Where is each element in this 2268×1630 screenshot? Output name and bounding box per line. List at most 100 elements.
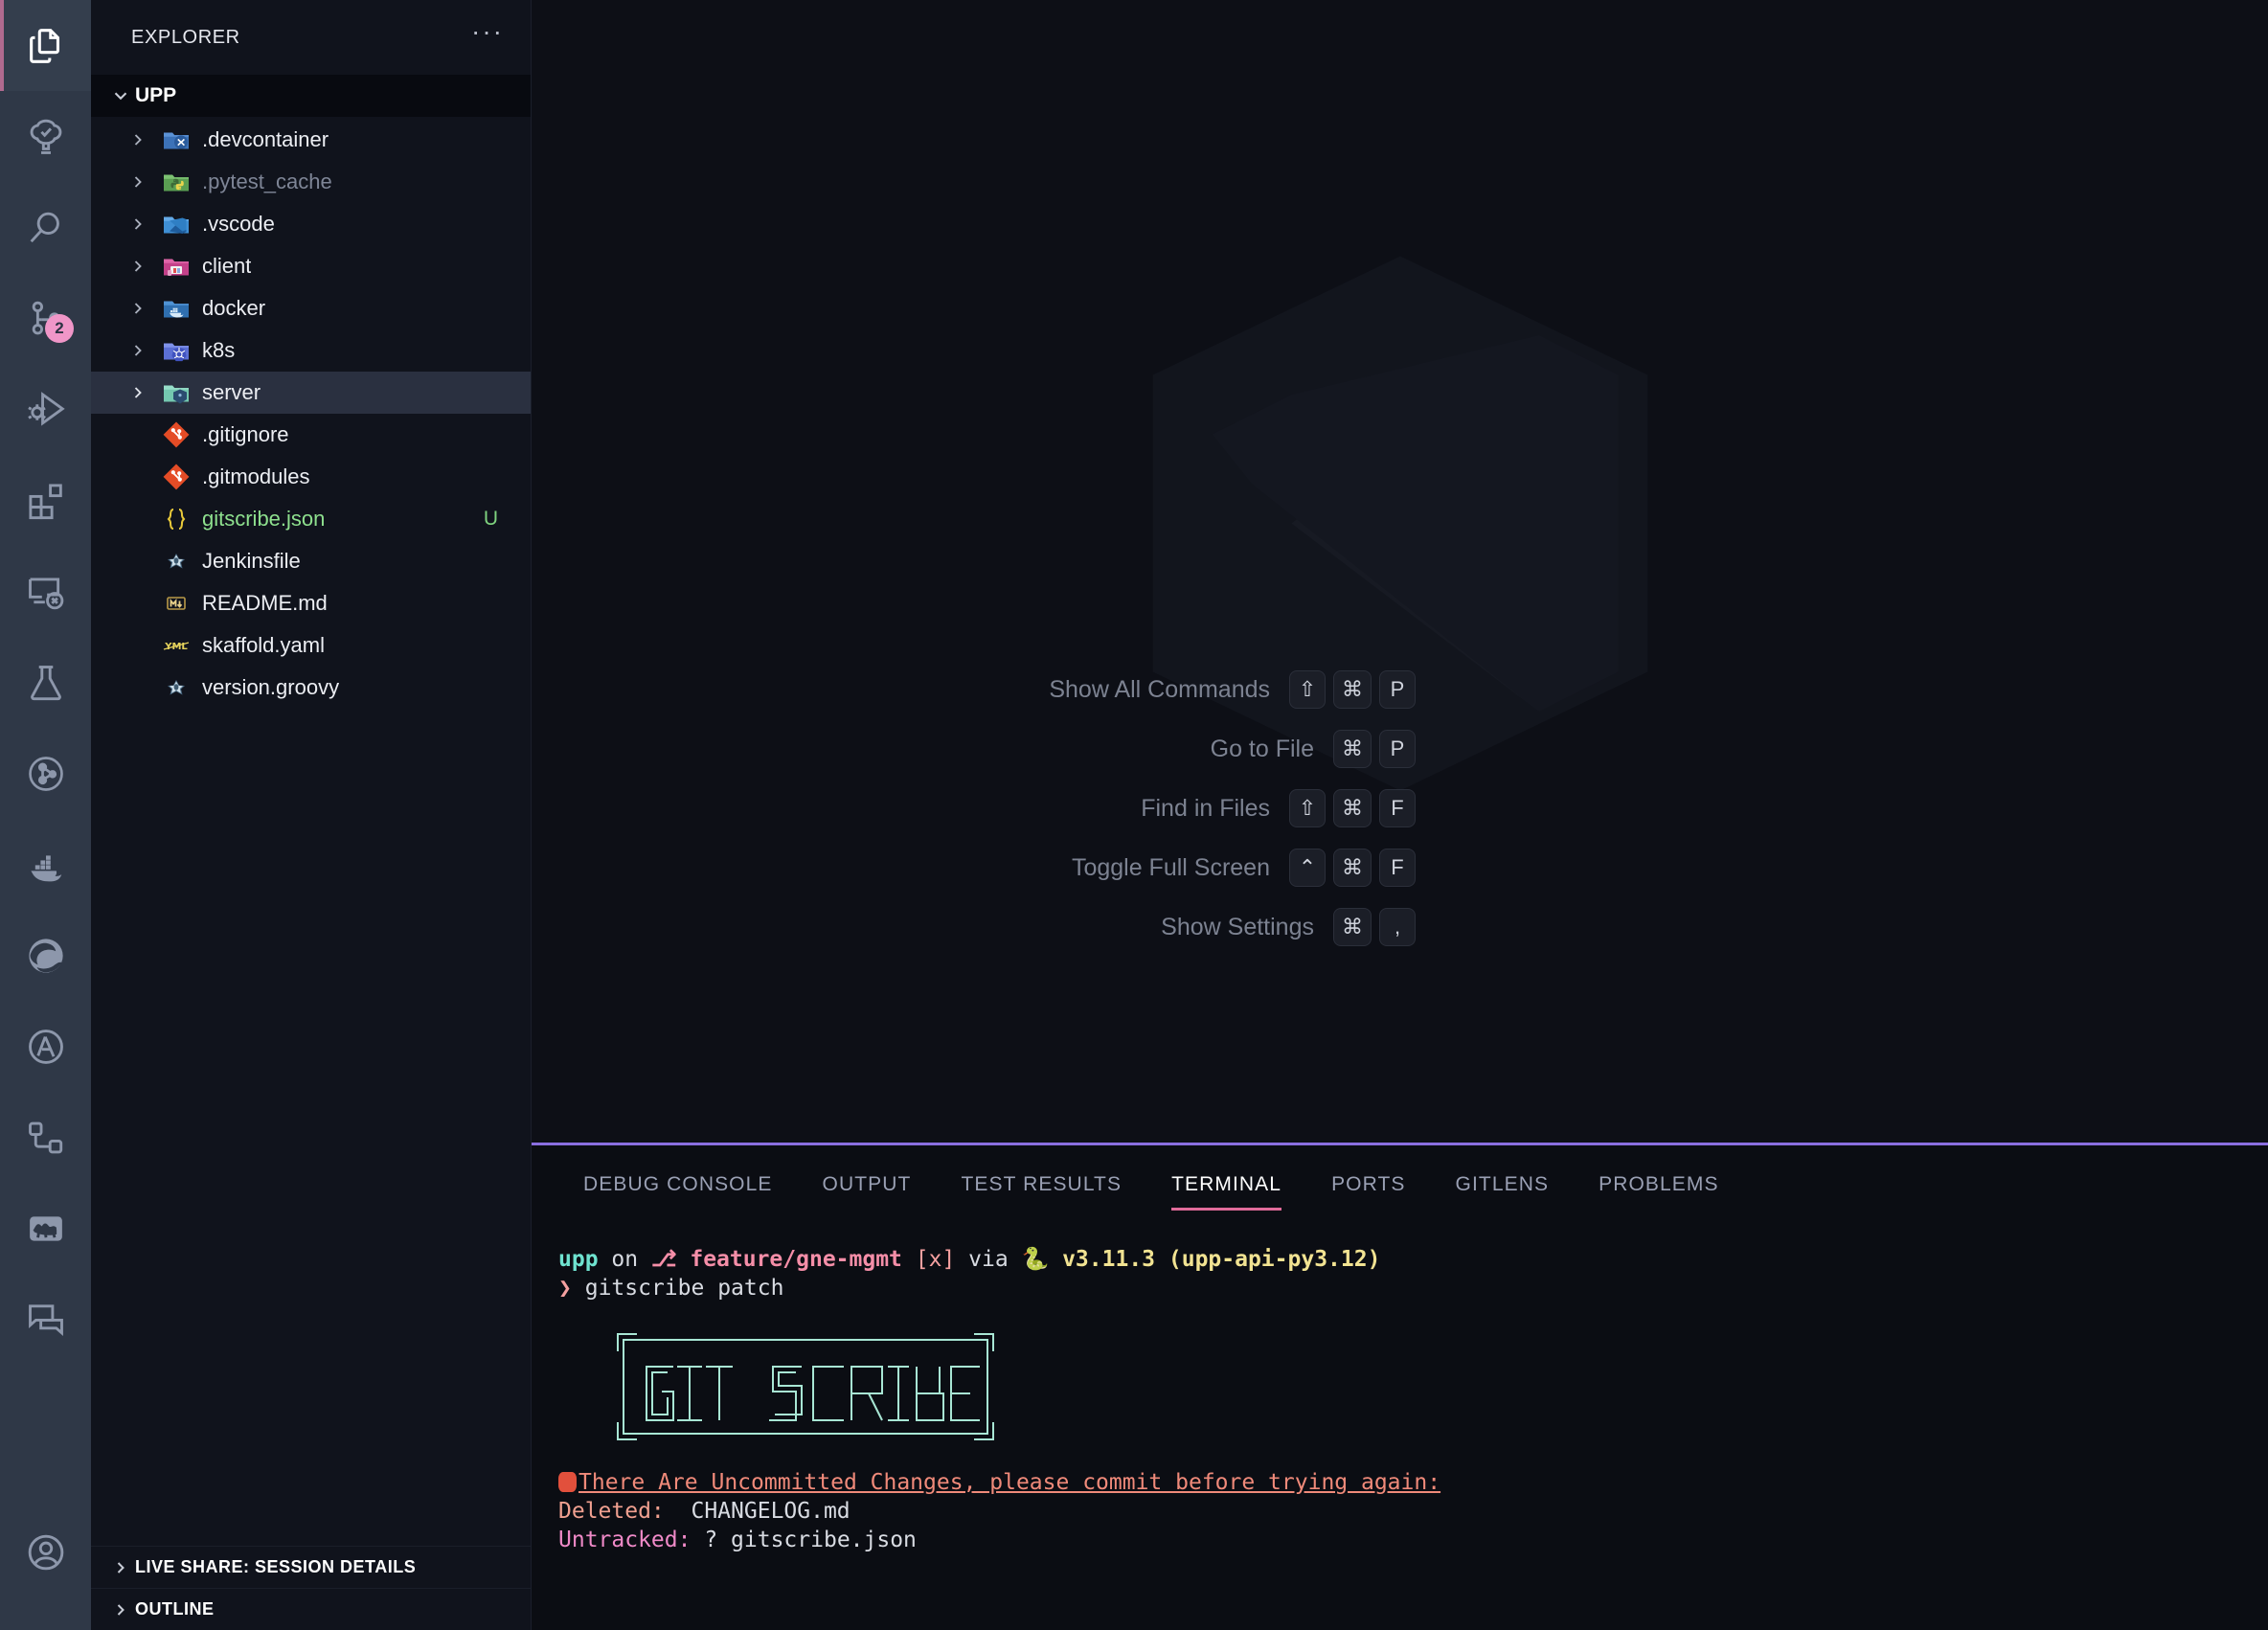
jenkins-icon: [156, 546, 196, 577]
beaker-icon: [24, 661, 68, 705]
tree-row-server[interactable]: server: [91, 372, 531, 414]
tree-row-gitmodules[interactable]: .gitmodules: [91, 456, 531, 498]
editor-welcome-area: Show All Commands ⇧ ⌘ P Go to File ⌘ P F: [532, 0, 2268, 1143]
terminal-error-block: There Are Uncommitted Changes, please co…: [558, 1468, 2241, 1555]
tree-row-label: k8s: [202, 338, 235, 363]
activity-bar: 2: [0, 0, 91, 1630]
activity-bar-item-edge-browser[interactable]: [0, 910, 91, 1001]
terminal-command: gitscribe patch: [585, 1276, 784, 1301]
activity-bar-item-source-tree[interactable]: [0, 91, 91, 182]
tab-gitlens[interactable]: GITLENS: [1431, 1145, 1575, 1224]
markdown-icon: [156, 588, 196, 619]
sidebar-more-actions-button[interactable]: ···: [471, 27, 504, 48]
tab-problems[interactable]: PROBLEMS: [1574, 1145, 1744, 1224]
git-graph-circle-icon: [24, 752, 68, 796]
tree-row-label: .devcontainer: [202, 127, 329, 152]
change-label: Deleted:: [558, 1499, 665, 1524]
git-icon: [156, 462, 196, 492]
key-cap: ⌘: [1333, 908, 1372, 946]
sidebar-section-label: LIVE SHARE: SESSION DETAILS: [135, 1557, 416, 1577]
terminal-change-deleted: Deleted: CHANGELOG.md: [558, 1497, 2241, 1526]
chevron-right-icon: [120, 341, 156, 360]
activity-bar-item-git-graph[interactable]: [0, 728, 91, 819]
tree-row-client[interactable]: client: [91, 245, 531, 287]
tree-row-label: skaffold.yaml: [202, 633, 325, 658]
chat-bubbles-icon: [24, 1298, 68, 1342]
shortcut-keys: ⌃ ⌘ F: [1289, 849, 1416, 887]
shortcut-show-all-commands[interactable]: Show All Commands ⇧ ⌘ P: [1049, 670, 1416, 709]
tree-row-label: .gitignore: [202, 422, 289, 447]
red-dot-icon: [558, 1472, 577, 1492]
tab-test-results[interactable]: TEST RESULTS: [936, 1145, 1146, 1224]
search-icon: [24, 206, 68, 250]
ansible-icon: [24, 1025, 68, 1069]
tree-row-devcontainer[interactable]: .devcontainer: [91, 119, 531, 161]
tree-row-label: docker: [202, 296, 265, 321]
docker-whale-icon: [23, 842, 69, 888]
activity-bar-item-dependency-graph[interactable]: [0, 1092, 91, 1183]
tab-output[interactable]: OUTPUT: [798, 1145, 937, 1224]
remote-explorer-icon: [24, 570, 68, 614]
terminal-change-untracked: Untracked: ? gitscribe.json: [558, 1526, 2241, 1554]
shortcut-show-settings[interactable]: Show Settings ⌘ ,: [1161, 908, 1416, 946]
chevron-right-icon: [120, 383, 156, 402]
explorer-root-folder[interactable]: UPP: [91, 75, 531, 117]
activity-bar-item-testing[interactable]: [0, 637, 91, 728]
tree-row-gitignore[interactable]: .gitignore: [91, 414, 531, 456]
activity-bar-item-source-control[interactable]: 2: [0, 273, 91, 364]
extensions-icon: [24, 479, 68, 523]
tree-row-k8s[interactable]: k8s: [91, 329, 531, 372]
activity-bar-item-camel[interactable]: [0, 1183, 91, 1274]
files-icon: [24, 24, 68, 68]
activity-bar-item-run-and-debug[interactable]: [0, 364, 91, 455]
main-area: Show All Commands ⇧ ⌘ P Go to File ⌘ P F: [532, 0, 2268, 1630]
sidebar-section-outline[interactable]: OUTLINE: [91, 1588, 531, 1630]
key-cap: F: [1379, 789, 1416, 827]
terminal-command-line: ❯ gitscribe patch: [558, 1274, 2241, 1302]
shortcut-label: Show Settings: [1161, 914, 1314, 941]
vscode-folder-icon: [156, 209, 196, 239]
tab-debug-console[interactable]: DEBUG CONSOLE: [558, 1145, 798, 1224]
activity-bar-item-remote-explorer[interactable]: [0, 546, 91, 637]
tab-label: DEBUG CONSOLE: [583, 1173, 773, 1196]
activity-bar-item-docker[interactable]: [0, 819, 91, 910]
change-label: Untracked:: [558, 1528, 691, 1552]
prompt-version: v3.11.3: [1062, 1247, 1155, 1272]
client-folder-icon: [156, 251, 196, 282]
tab-ports[interactable]: PORTS: [1306, 1145, 1430, 1224]
prompt-branch: feature/gne-mgmt: [690, 1247, 902, 1272]
tree-row-docker[interactable]: docker: [91, 287, 531, 329]
activity-bar-item-explorer[interactable]: [0, 0, 91, 91]
tab-label: PROBLEMS: [1599, 1173, 1719, 1196]
sidebar-section-live-share[interactable]: LIVE SHARE: SESSION DETAILS: [91, 1546, 531, 1588]
chevron-right-icon: [106, 1600, 135, 1619]
tree-row-label: Jenkinsfile: [202, 549, 301, 574]
explorer-sidebar: EXPLORER ··· UPP .d: [91, 0, 532, 1630]
docker-folder-icon: [156, 293, 196, 324]
shortcut-find-in-files[interactable]: Find in Files ⇧ ⌘ F: [1141, 789, 1416, 827]
key-cap: ⌃: [1289, 849, 1326, 887]
shortcut-label: Go to File: [1211, 736, 1314, 763]
activity-bar-item-accounts[interactable]: [0, 1506, 91, 1597]
tab-terminal[interactable]: TERMINAL: [1146, 1145, 1306, 1224]
tree-row-version-groovy[interactable]: version.groovy: [91, 667, 531, 709]
tree-row-readme-md[interactable]: README.md: [91, 582, 531, 624]
activity-bar-item-ansible[interactable]: [0, 1001, 91, 1092]
shortcut-go-to-file[interactable]: Go to File ⌘ P: [1211, 730, 1416, 768]
activity-bar-item-chat[interactable]: [0, 1274, 91, 1365]
tree-row-jenkinsfile[interactable]: Jenkinsfile: [91, 540, 531, 582]
root-folder-label: UPP: [135, 84, 176, 107]
tree-row-gitscribe-json[interactable]: gitscribe.json U: [91, 498, 531, 540]
chevron-right-icon: [120, 130, 156, 149]
activity-bar-item-extensions[interactable]: [0, 455, 91, 546]
tree-row-skaffold-yaml[interactable]: YML skaffold.yaml: [91, 624, 531, 667]
bottom-panel: DEBUG CONSOLE OUTPUT TEST RESULTS TERMIN…: [532, 1143, 2268, 1630]
activity-bar-item-search[interactable]: [0, 182, 91, 273]
tree-row-vscode[interactable]: .vscode: [91, 203, 531, 245]
shortcut-toggle-full-screen[interactable]: Toggle Full Screen ⌃ ⌘ F: [1072, 849, 1416, 887]
sidebar-section-label: OUTLINE: [135, 1599, 215, 1619]
shortcut-label: Show All Commands: [1049, 676, 1270, 704]
tree-row-pytest-cache[interactable]: .pytest_cache: [91, 161, 531, 203]
terminal-output[interactable]: upp on ⎇ feature/gne-mgmt [x] via 🐍 v3.1…: [532, 1224, 2268, 1630]
key-cap: ⇧: [1289, 789, 1326, 827]
